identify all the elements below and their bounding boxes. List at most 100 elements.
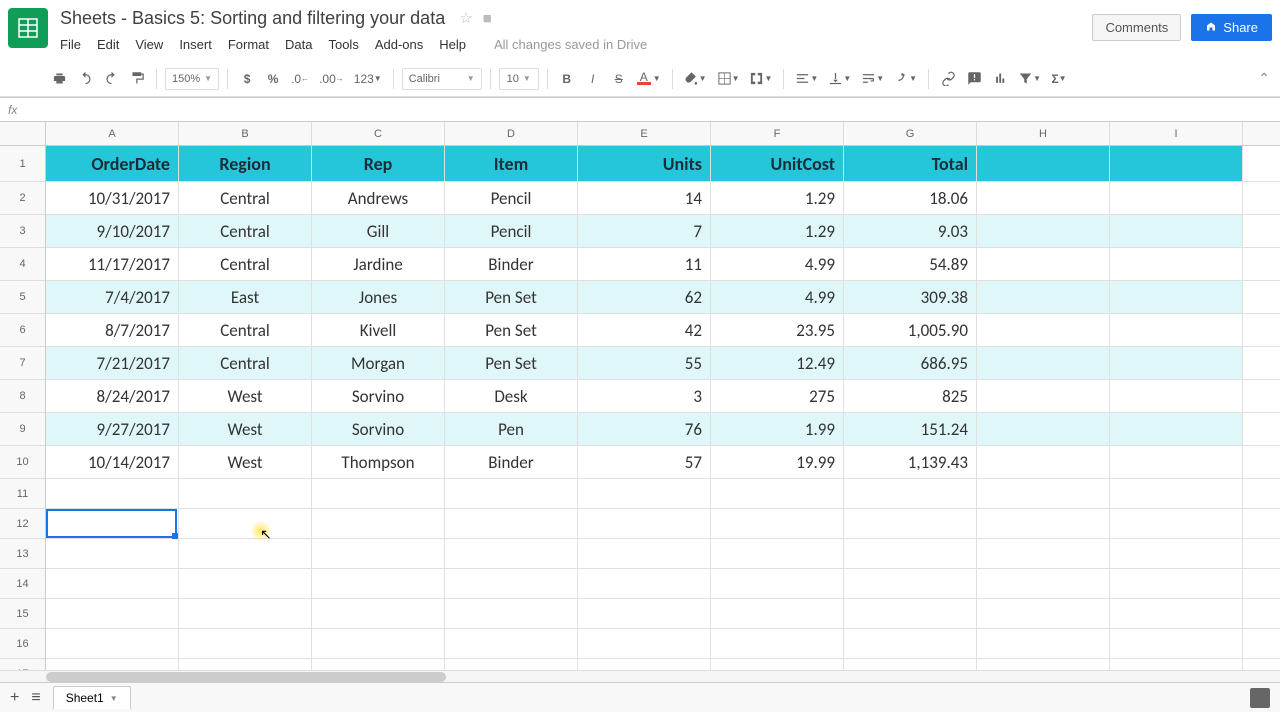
cell[interactable]: Desk xyxy=(445,380,578,412)
cell[interactable]: Pencil xyxy=(445,182,578,214)
menu-file[interactable]: File xyxy=(60,37,81,52)
cell[interactable] xyxy=(179,569,312,598)
merge-cells-icon[interactable]: ▼ xyxy=(746,67,775,91)
folder-icon[interactable]: ■ xyxy=(483,10,492,27)
redo-icon[interactable] xyxy=(100,67,122,91)
cell[interactable] xyxy=(711,659,844,670)
cell[interactable]: 825 xyxy=(844,380,977,412)
cell[interactable] xyxy=(977,215,1110,247)
cell[interactable]: Central xyxy=(179,215,312,247)
row-head-16[interactable]: 16 xyxy=(0,629,45,659)
cell[interactable] xyxy=(977,347,1110,379)
cell[interactable] xyxy=(1110,539,1243,568)
share-button[interactable]: Share xyxy=(1191,14,1272,41)
cell[interactable] xyxy=(179,509,312,538)
cell[interactable] xyxy=(1110,629,1243,658)
cell[interactable]: 4.99 xyxy=(711,248,844,280)
cell[interactable] xyxy=(1110,281,1243,313)
cell[interactable] xyxy=(1110,182,1243,214)
cell[interactable]: Rep xyxy=(312,146,445,181)
menu-data[interactable]: Data xyxy=(285,37,312,52)
cell[interactable]: 57 xyxy=(578,446,711,478)
cell[interactable]: Central xyxy=(179,248,312,280)
comment-icon[interactable] xyxy=(963,67,985,91)
cell[interactable] xyxy=(46,539,179,568)
cell[interactable] xyxy=(1110,569,1243,598)
cell[interactable]: Central xyxy=(179,347,312,379)
menu-view[interactable]: View xyxy=(135,37,163,52)
cell[interactable] xyxy=(977,479,1110,508)
cell[interactable] xyxy=(977,146,1110,181)
cell[interactable]: 18.06 xyxy=(844,182,977,214)
fill-color-icon[interactable]: ▼ xyxy=(681,67,710,91)
text-color-icon[interactable]: A▼ xyxy=(634,67,664,91)
menu-help[interactable]: Help xyxy=(439,37,466,52)
cell[interactable] xyxy=(445,539,578,568)
cell[interactable] xyxy=(445,569,578,598)
cell[interactable]: Thompson xyxy=(312,446,445,478)
cell[interactable]: 23.95 xyxy=(711,314,844,346)
cell[interactable] xyxy=(578,539,711,568)
cell[interactable] xyxy=(312,659,445,670)
col-head-E[interactable]: E xyxy=(578,122,711,145)
cell[interactable]: Sorvino xyxy=(312,380,445,412)
functions-icon[interactable]: Σ▼ xyxy=(1048,67,1070,91)
cell[interactable] xyxy=(977,248,1110,280)
cell[interactable] xyxy=(977,314,1110,346)
percent-icon[interactable]: % xyxy=(262,67,284,91)
cell[interactable] xyxy=(179,659,312,670)
cell[interactable]: Item xyxy=(445,146,578,181)
cell[interactable] xyxy=(179,479,312,508)
cell[interactable]: 55 xyxy=(578,347,711,379)
cell[interactable]: 1.29 xyxy=(711,215,844,247)
cell[interactable] xyxy=(711,599,844,628)
row-head-17[interactable]: 17 xyxy=(0,659,45,670)
cell[interactable]: 7/21/2017 xyxy=(46,347,179,379)
cell[interactable]: Central xyxy=(179,314,312,346)
cell[interactable] xyxy=(179,539,312,568)
undo-icon[interactable] xyxy=(74,67,96,91)
cell[interactable] xyxy=(179,599,312,628)
cell[interactable] xyxy=(445,629,578,658)
cell[interactable]: 8/24/2017 xyxy=(46,380,179,412)
cell[interactable]: 10/14/2017 xyxy=(46,446,179,478)
comments-button[interactable]: Comments xyxy=(1092,14,1181,41)
cell[interactable] xyxy=(977,599,1110,628)
cell[interactable]: 1.29 xyxy=(711,182,844,214)
cell[interactable]: West xyxy=(179,413,312,445)
sheet-tab-1[interactable]: Sheet1 ▼ xyxy=(53,686,131,709)
doc-title[interactable]: Sheets - Basics 5: Sorting and filtering… xyxy=(56,6,449,31)
cell[interactable] xyxy=(1110,446,1243,478)
cell[interactable] xyxy=(46,479,179,508)
cell[interactable]: 1,005.90 xyxy=(844,314,977,346)
cell[interactable]: 62 xyxy=(578,281,711,313)
cell[interactable]: Jardine xyxy=(312,248,445,280)
sheets-logo[interactable] xyxy=(8,8,48,48)
menu-tools[interactable]: Tools xyxy=(328,37,358,52)
cell[interactable] xyxy=(977,539,1110,568)
cell[interactable]: West xyxy=(179,380,312,412)
row-head-1[interactable]: 1 xyxy=(0,146,45,182)
cell[interactable] xyxy=(578,629,711,658)
star-icon[interactable]: ☆ xyxy=(459,9,472,27)
row-head-5[interactable]: 5 xyxy=(0,281,45,314)
cell[interactable]: 54.89 xyxy=(844,248,977,280)
select-all-corner[interactable] xyxy=(0,122,46,145)
cell[interactable]: Central xyxy=(179,182,312,214)
cell[interactable] xyxy=(445,659,578,670)
chart-icon[interactable] xyxy=(989,67,1011,91)
cell[interactable] xyxy=(844,479,977,508)
cell[interactable] xyxy=(312,539,445,568)
cell[interactable]: Pen Set xyxy=(445,347,578,379)
cell[interactable] xyxy=(1110,413,1243,445)
row-head-4[interactable]: 4 xyxy=(0,248,45,281)
col-head-F[interactable]: F xyxy=(711,122,844,145)
cell[interactable] xyxy=(844,629,977,658)
cell[interactable]: 4.99 xyxy=(711,281,844,313)
cell[interactable]: 14 xyxy=(578,182,711,214)
cell[interactable] xyxy=(46,629,179,658)
cell[interactable] xyxy=(312,569,445,598)
cell[interactable]: Sorvino xyxy=(312,413,445,445)
paint-format-icon[interactable] xyxy=(126,67,148,91)
all-sheets-button[interactable]: ≡ xyxy=(31,689,40,707)
